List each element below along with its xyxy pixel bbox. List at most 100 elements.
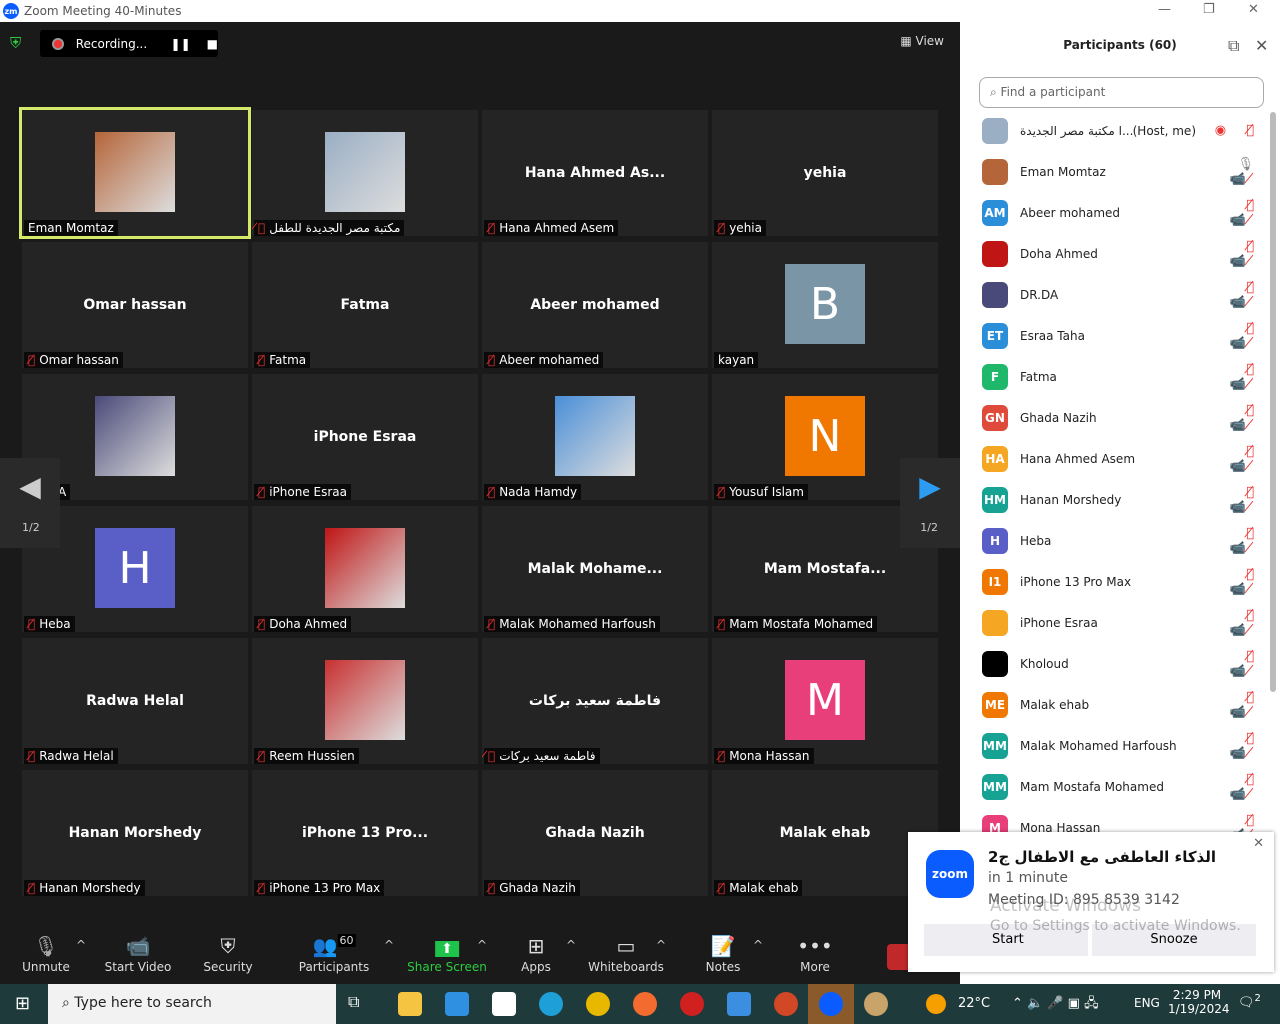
participant-row[interactable]: ET Esraa Taha 🎙̸ 📹̸ [982, 315, 1262, 356]
taskbar-search-input[interactable]: ⌕ Type here to search [48, 984, 336, 1024]
tray-icons[interactable]: ⌃ 🔈 🎤 ▣ 🖧 [1012, 994, 1099, 1016]
participant-row[interactable]: ا مكتبة مصر الجديدة... (Host, me) ◉ 🎙̸ [982, 110, 1262, 151]
participants-button[interactable]: 👥 60 Participants [299, 934, 369, 974]
notes-button[interactable]: 📝 Notes [706, 934, 741, 974]
mic-video-status-icon[interactable]: 🎙̸ 📹̸ [1202, 731, 1262, 761]
participant-row[interactable]: MM Malak Mohamed Harfoush 🎙̸ 📹̸ [982, 725, 1262, 766]
participant-row[interactable]: Kholoud 🎙̸ 📹̸ [982, 643, 1262, 684]
task-view-icon[interactable]: ⧉ [348, 992, 372, 1016]
notification-center-icon[interactable]: 🗨2 [1238, 993, 1261, 1010]
previous-page-button[interactable]: ◀ 1/2 [0, 458, 60, 548]
share-screen-button[interactable]: ⬆ Share Screen [407, 934, 487, 974]
file-explorer-icon[interactable] [398, 992, 422, 1016]
zoom-taskbar-button[interactable] [808, 984, 854, 1024]
more-button[interactable]: ••• More [797, 934, 832, 974]
video-tile[interactable]: iPhone Esraa 🎙̸ iPhone Esraa [252, 374, 478, 500]
weather-temp[interactable]: 22°C [958, 996, 990, 1011]
mic-video-status-icon[interactable]: 🎙̸ 📹̸ [1202, 772, 1262, 802]
video-tile[interactable]: 🎙̸ Reem Hussien [252, 638, 478, 764]
next-page-button[interactable]: ▶ 1/2 [900, 458, 960, 548]
unmute-button[interactable]: 🎙 Unmute [22, 934, 70, 974]
video-tile[interactable]: iPhone 13 Pro... 🎙̸ iPhone 13 Pro Max [252, 770, 478, 896]
participant-row[interactable]: AM Abeer mohamed 🎙̸ 📹̸ [982, 192, 1262, 233]
participant-row[interactable]: ME Malak ehab 🎙̸ 📹̸ [982, 684, 1262, 725]
options-caret-icon[interactable]: ^ [566, 938, 576, 952]
close-panel-icon[interactable]: ✕ [1255, 36, 1268, 55]
mic-video-status-icon[interactable]: 🎙̸ 📹̸ [1202, 198, 1262, 228]
mic-video-status-icon[interactable]: 🎙̸ 📹̸ [1202, 485, 1262, 515]
mic-video-status-icon[interactable]: 🎙̸ 📹̸ [1202, 239, 1262, 269]
powerpoint-icon[interactable] [774, 992, 798, 1016]
minimize-button[interactable]: — [1158, 2, 1171, 17]
mic-video-status-icon[interactable]: 🎙̸ 📹̸ [1202, 649, 1262, 679]
video-tile[interactable]: Fatma 🎙̸ Fatma [252, 242, 478, 368]
close-notification-icon[interactable]: ✕ [1253, 836, 1264, 851]
pinterest-icon[interactable] [680, 992, 704, 1016]
options-caret-icon[interactable]: ^ [656, 938, 666, 952]
maximize-button[interactable]: ❐ [1203, 2, 1215, 17]
options-caret-icon[interactable]: ^ [753, 938, 763, 952]
language-indicator[interactable]: ENG [1134, 996, 1160, 1010]
video-tile[interactable]: M 🎙̸ Mona Hassan [712, 638, 938, 764]
video-tile[interactable]: 🎙̸ Doha Ahmed [252, 506, 478, 632]
video-tile[interactable]: Omar hassan 🎙̸ Omar hassan [22, 242, 248, 368]
photos-icon[interactable] [727, 992, 751, 1016]
popout-icon[interactable]: ⧉ [1228, 36, 1239, 56]
participant-row[interactable]: Eman Momtaz 🎙 📹̸ [982, 151, 1262, 192]
video-tile[interactable]: Abeer mohamed 🎙̸ Abeer mohamed [482, 242, 708, 368]
mic-video-status-icon[interactable]: 🎙̸ 📹̸ [1202, 280, 1262, 310]
participant-row[interactable]: F Fatma 🎙̸ 📹̸ [982, 356, 1262, 397]
video-tile[interactable]: Hana Ahmed As... 🎙̸ Hana Ahmed Asem [482, 110, 708, 236]
mic-video-status-icon[interactable]: 🎙̸ 📹̸ [1202, 362, 1262, 392]
whiteboards-button[interactable]: ▭ Whiteboards [588, 934, 664, 974]
video-tile[interactable]: Bkayan [712, 242, 938, 368]
browser-icon[interactable] [633, 992, 657, 1016]
video-tile[interactable]: Malak ehab 🎙̸ Malak ehab [712, 770, 938, 896]
participants-scrollbar[interactable] [1270, 112, 1276, 692]
find-participant-input[interactable]: ⌕ Find a participant [979, 77, 1264, 108]
start-video-button[interactable]: 📹 Start Video [105, 934, 172, 974]
video-tile[interactable]: Hanan Morshedy 🎙̸ Hanan Morshedy [22, 770, 248, 896]
paint-icon[interactable] [864, 992, 888, 1016]
mic-video-status-icon[interactable]: 🎙̸ 📹̸ [1202, 321, 1262, 351]
video-tile[interactable]: Eman Momtaz [19, 107, 251, 239]
stop-recording-button[interactable]: ■ [207, 37, 218, 51]
mic-video-status-icon[interactable]: 🎙̸ 📹̸ [1202, 567, 1262, 597]
options-caret-icon[interactable]: ^ [384, 938, 394, 952]
mic-video-status-icon[interactable]: 🎙̸ 📹̸ [1202, 526, 1262, 556]
windows-start-icon[interactable]: ⊞ [15, 993, 30, 1014]
participant-row[interactable]: Doha Ahmed 🎙̸ 📹̸ [982, 233, 1262, 274]
mic-video-status-icon[interactable]: 🎙̸ 📹̸ [1202, 608, 1262, 638]
participant-row[interactable]: iPhone Esraa 🎙̸ 📹̸ [982, 602, 1262, 643]
video-tile[interactable]: 🎙̸ مكتبة مصر الجديدة للطفل [252, 110, 478, 236]
participant-row[interactable]: I1 iPhone 13 Pro Max 🎙̸ 📹̸ [982, 561, 1262, 602]
security-button[interactable]: ⛨ Security [203, 934, 252, 974]
video-tile[interactable]: فاطمة سعيد بركات 🎙̸ فاطمة سعيد بركات [482, 638, 708, 764]
mail-icon[interactable] [445, 992, 469, 1016]
options-caret-icon[interactable]: ^ [76, 938, 86, 952]
participant-row[interactable]: GN Ghada Nazih 🎙̸ 📹̸ [982, 397, 1262, 438]
edge-icon[interactable] [539, 992, 563, 1016]
video-tile[interactable]: Radwa Helal 🎙̸ Radwa Helal [22, 638, 248, 764]
chrome-icon[interactable] [586, 992, 610, 1016]
mic-video-status-icon[interactable]: 🎙̸ 📹̸ [1202, 444, 1262, 474]
participant-row[interactable]: HA Hana Ahmed Asem 🎙̸ 📹̸ [982, 438, 1262, 479]
participant-row[interactable]: H Heba 🎙̸ 📹̸ [982, 520, 1262, 561]
store-icon[interactable] [492, 992, 516, 1016]
mic-video-status-icon[interactable]: 🎙̸ 📹̸ [1202, 690, 1262, 720]
participant-row[interactable]: DR.DA 🎙̸ 📹̸ [982, 274, 1262, 315]
video-tile[interactable]: Ghada Nazih 🎙̸ Ghada Nazih [482, 770, 708, 896]
encryption-shield-icon[interactable]: ⛨ [10, 34, 28, 52]
participant-row[interactable]: HM Hanan Morshedy 🎙̸ 📹̸ [982, 479, 1262, 520]
pause-recording-button[interactable]: ❚❚ [171, 37, 191, 51]
options-caret-icon[interactable]: ^ [477, 938, 487, 952]
clock[interactable]: 2:29 PM 1/19/2024 [1168, 988, 1230, 1016]
close-button[interactable]: ✕ [1248, 2, 1259, 17]
mic-video-status-icon[interactable]: 🎙 📹̸ [1202, 157, 1262, 187]
apps-button[interactable]: ⊞ Apps [521, 934, 551, 974]
participant-row[interactable]: MM Mam Mostafa Mohamed 🎙̸ 📹̸ [982, 766, 1262, 807]
video-tile[interactable]: yehia 🎙̸ yehia [712, 110, 938, 236]
view-button[interactable]: ▦ View [900, 34, 944, 48]
mic-video-status-icon[interactable]: 🎙̸ 📹̸ [1202, 403, 1262, 433]
video-tile[interactable]: Malak Mohame... 🎙̸ Malak Mohamed Harfoush [482, 506, 708, 632]
